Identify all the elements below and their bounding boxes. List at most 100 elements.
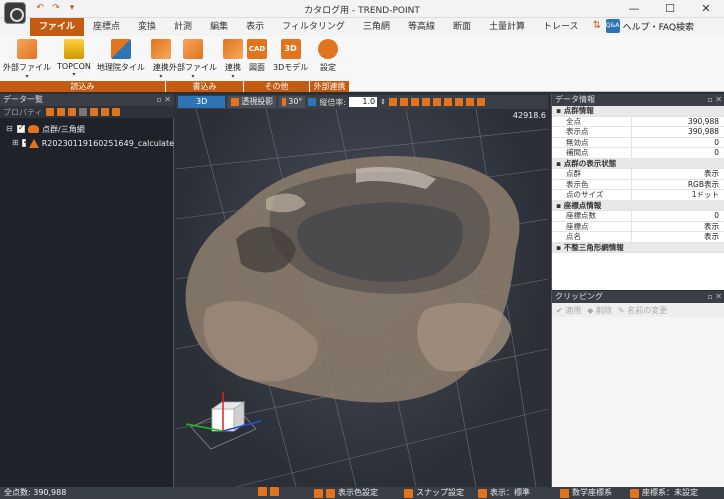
tab-file[interactable]: ファイル — [30, 18, 85, 36]
data-info-title: データ情報 — [555, 95, 595, 104]
angle-button[interactable]: 30° — [279, 96, 306, 108]
toolbar-icon-4[interactable] — [78, 108, 87, 116]
view-front-icon[interactable] — [400, 98, 409, 106]
3d-model-button[interactable]: 3D 3Dモデル — [270, 38, 311, 73]
category-label: ▪ 座標点情報 — [556, 200, 602, 210]
property-category[interactable]: ▪ 点群情報 — [552, 106, 724, 117]
pin-icon[interactable]: ▫ ✕ — [707, 94, 722, 106]
tab-convert[interactable]: 変換 — [129, 18, 165, 36]
view-iso-icon[interactable] — [466, 98, 475, 106]
tab-coordinate-points[interactable]: 座標点 — [84, 18, 129, 36]
view-mode-3d-button[interactable]: 3D — [178, 96, 226, 108]
tab-earthwork[interactable]: 土量計算 — [480, 18, 534, 36]
pin-icon[interactable]: ▫ ✕ — [156, 94, 171, 106]
tree-checkbox[interactable] — [17, 123, 25, 133]
display-mode-button[interactable]: 表示：標準 — [478, 487, 530, 499]
settings-button[interactable]: 設定 — [310, 38, 341, 73]
tab-cross-section[interactable]: 断面 — [444, 18, 480, 36]
tab-measure[interactable]: 計測 — [165, 18, 201, 36]
palette-icon — [314, 488, 323, 498]
display-icon — [478, 488, 487, 498]
qa-icon: Q&A — [605, 19, 620, 33]
toolbar-icon-5[interactable] — [89, 108, 98, 116]
apply-button[interactable]: ✔ 適用 — [556, 305, 581, 316]
stepper-icon[interactable]: ⇕ — [380, 98, 386, 106]
property-value: 390,988 — [687, 127, 719, 136]
status-icon-1[interactable] — [258, 487, 267, 496]
clipping-title: クリッピング — [555, 292, 603, 301]
property-row: 補間点 0 — [552, 148, 724, 159]
color-setting-button[interactable]: 表示色設定 — [314, 487, 378, 499]
properties-button[interactable]: プロパティ — [3, 107, 43, 118]
view-left-icon[interactable] — [422, 98, 431, 106]
property-key: 表示点 — [552, 127, 632, 137]
topcon-button[interactable]: TOPCON ▾ — [54, 38, 94, 80]
drawing-button[interactable]: CAD 図面 — [244, 38, 270, 73]
status-icons — [258, 487, 279, 496]
maximize-button[interactable]: ☐ — [652, 0, 688, 18]
help-faq-search[interactable]: ⇅ Q&A ヘルプ・FAQ検索 — [593, 19, 694, 33]
gsi-tile-button[interactable]: 地理院タイル — [94, 38, 148, 80]
group-other: CAD 図面 3D 3Dモデル その他 — [244, 36, 310, 92]
coord-system-button[interactable]: 座標系：未設定 — [630, 487, 698, 499]
tab-contour[interactable]: 等高線 — [399, 18, 444, 36]
property-row: 座標点数 0 — [552, 211, 724, 222]
axis-gizmo — [185, 392, 262, 450]
tab-edit[interactable]: 編集 — [201, 18, 237, 36]
toolbar-icon-7[interactable] — [111, 108, 120, 116]
property-value: 0 — [714, 211, 719, 220]
tab-filtering[interactable]: フィルタリング — [273, 18, 354, 36]
tree-item-pointcloud-group[interactable]: ⊟ 点群/三角網 — [0, 122, 174, 136]
property-key: 点名 — [552, 232, 632, 242]
math-coords-button[interactable]: 数学座標系 — [560, 487, 612, 499]
snap-setting-button[interactable]: スナップ設定 — [404, 487, 464, 499]
property-row: 表示色 RGB表示 — [552, 179, 724, 190]
category-label: ▪ 不整三角形網情報 — [556, 242, 624, 252]
property-key: 全点 — [552, 116, 632, 126]
perspective-icon — [231, 98, 240, 106]
tab-triangulation[interactable]: 三角網 — [354, 18, 399, 36]
property-category[interactable]: ▪ 不整三角形網情報 — [552, 242, 724, 253]
close-button[interactable]: ✕ — [688, 0, 724, 18]
expand-icon[interactable]: ⊞ — [12, 139, 19, 147]
rename-button[interactable]: ✎ 名前の変更 — [618, 305, 667, 316]
delete-button[interactable]: ◆ 削除 — [587, 305, 612, 316]
minimize-button[interactable]: — — [616, 0, 652, 18]
status-icon-2[interactable] — [270, 487, 279, 496]
tree-item-calculate[interactable]: ⊞ R20230119160251649_calculate — [0, 136, 174, 150]
3d-viewport[interactable]: 42918.6 — [176, 109, 548, 487]
point-cloud — [185, 156, 520, 403]
toolbar-icon-2[interactable] — [56, 108, 65, 116]
tree-checkbox[interactable] — [21, 137, 29, 147]
vertical-scale-input[interactable]: 1.0 — [349, 97, 378, 107]
export-link-button[interactable]: 連携 ▾ — [220, 38, 246, 80]
property-category[interactable]: ▪ 点群の表示状態 — [552, 158, 724, 169]
tab-trace[interactable]: トレース — [534, 18, 588, 36]
group-label-import: 読込み — [0, 81, 166, 92]
viewport-canvas — [176, 109, 548, 487]
coord-system-icon — [630, 488, 639, 498]
view-back-icon[interactable] — [411, 98, 420, 106]
help-label: ヘルプ・FAQ検索 — [622, 22, 694, 33]
export-external-file-button[interactable]: 外部ファイル ▾ — [166, 38, 220, 80]
property-value: 表示 — [704, 232, 719, 241]
view-extra-icon[interactable] — [477, 98, 486, 106]
perspective-button[interactable]: 透視投影 — [228, 96, 277, 108]
view-right-icon[interactable] — [433, 98, 442, 106]
tree-item-label: 点群/三角網 — [42, 124, 85, 134]
tab-view[interactable]: 表示 — [237, 18, 273, 36]
group-import: 外部ファイル ▾ TOPCON ▾ 地理院タイル 連携 ▾ 読込み — [0, 36, 171, 92]
import-external-file-button[interactable]: 外部ファイル ▾ — [0, 38, 54, 80]
app-logo-icon[interactable] — [4, 2, 26, 24]
toolbar-icon-3[interactable] — [67, 108, 76, 116]
view-top-icon[interactable] — [444, 98, 453, 106]
pin-icon[interactable]: ▫ ✕ — [707, 291, 722, 303]
collapse-icon[interactable]: ⊟ — [6, 125, 14, 133]
toolbar-icon-1[interactable] — [45, 108, 54, 116]
home-view-icon[interactable] — [389, 98, 398, 106]
property-key: 座標点 — [552, 221, 632, 231]
property-category[interactable]: ▪ 座標点情報 — [552, 200, 724, 211]
view-bottom-icon[interactable] — [455, 98, 464, 106]
data-info-header: データ情報 ▫ ✕ — [552, 94, 724, 106]
toolbar-icon-6[interactable] — [100, 108, 109, 116]
